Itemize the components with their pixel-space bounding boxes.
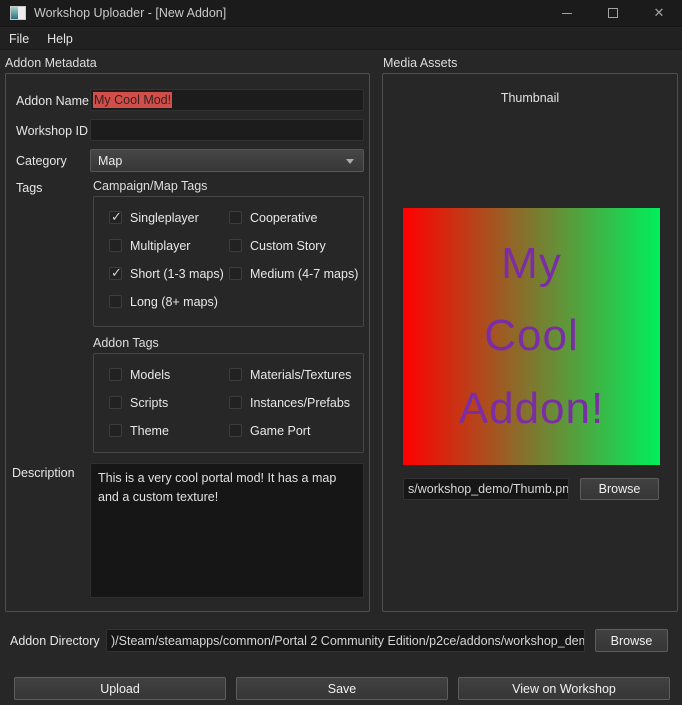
campaign-tags-group-label: Campaign/Map Tags (93, 179, 207, 193)
checkbox-icon[interactable] (229, 267, 242, 280)
checkbox-theme[interactable]: Theme (109, 423, 229, 438)
checkbox-icon[interactable] (109, 295, 122, 308)
app-icon-right (18, 7, 25, 19)
checkbox-icon[interactable] (229, 239, 242, 252)
checkbox-materials-textures[interactable]: Materials/Textures (229, 367, 363, 382)
addon-directory-input[interactable]: )/Steam/steamapps/common/Portal 2 Commun… (106, 629, 585, 652)
minimize-button[interactable] (544, 0, 590, 26)
checkbox-icon[interactable] (229, 396, 242, 409)
category-dropdown[interactable]: Map (90, 149, 364, 172)
addon-tags-groupbox: Models Materials/Textures Scripts Instan… (93, 353, 364, 453)
category-value: Map (98, 154, 122, 168)
checkbox-icon[interactable] (109, 424, 122, 437)
title-bar: Workshop Uploader - [New Addon] ✕ (0, 0, 682, 27)
menu-bar: File Help (0, 28, 682, 50)
view-on-workshop-button[interactable]: View on Workshop (458, 677, 670, 700)
description-textarea[interactable]: This is a very cool portal mod! It has a… (90, 463, 364, 598)
thumbnail-image: My Cool Addon! (403, 208, 660, 465)
checkbox-icon[interactable] (109, 267, 122, 280)
app-icon-left (11, 7, 18, 19)
workshop-id-input[interactable] (90, 119, 364, 141)
checkbox-scripts[interactable]: Scripts (109, 395, 229, 410)
campaign-tags-groupbox: Singleplayer Cooperative Multiplayer Cus… (93, 196, 364, 327)
checkbox-icon[interactable] (229, 211, 242, 224)
app-window: Workshop Uploader - [New Addon] ✕ File H… (0, 0, 682, 705)
thumbnail-text-line: Addon! (459, 373, 604, 446)
thumbnail-path-input[interactable]: s/workshop_demo/Thumb.png (403, 478, 569, 500)
addon-directory-browse-button[interactable]: Browse (595, 629, 668, 652)
workshop-id-label: Workshop ID (16, 124, 88, 138)
thumbnail-text-line: My (501, 228, 562, 301)
window-title: Workshop Uploader - [New Addon] (34, 6, 226, 20)
checkbox-singleplayer[interactable]: Singleplayer (109, 210, 229, 225)
checkbox-medium-maps[interactable]: Medium (4-7 maps) (229, 266, 363, 281)
window-controls: ✕ (544, 0, 682, 26)
checkbox-game-port[interactable]: Game Port (229, 423, 363, 438)
category-label: Category (16, 154, 67, 168)
addon-tags-group-label: Addon Tags (93, 336, 159, 350)
app-icon (10, 6, 26, 20)
checkbox-models[interactable]: Models (109, 367, 229, 382)
tags-label: Tags (16, 181, 42, 195)
maximize-icon (608, 8, 618, 18)
thumbnail-text-line: Cool (484, 300, 579, 373)
thumbnail-browse-button[interactable]: Browse (580, 478, 659, 500)
upload-button[interactable]: Upload (14, 677, 226, 700)
menu-help[interactable]: Help (38, 28, 82, 49)
minimize-icon (562, 13, 572, 14)
checkbox-icon[interactable] (109, 239, 122, 252)
menu-file[interactable]: File (0, 28, 38, 49)
addon-name-selected-text: My Cool Mod! (93, 92, 172, 108)
addon-directory-label: Addon Directory (10, 634, 100, 648)
checkbox-long-maps[interactable]: Long (8+ maps) (109, 294, 229, 309)
checkbox-instances-prefabs[interactable]: Instances/Prefabs (229, 395, 363, 410)
campaign-tags-grid: Singleplayer Cooperative Multiplayer Cus… (94, 197, 363, 309)
checkbox-icon[interactable] (109, 211, 122, 224)
checkbox-custom-story[interactable]: Custom Story (229, 238, 363, 253)
thumbnail-label: Thumbnail (383, 91, 677, 105)
checkbox-icon[interactable] (109, 368, 122, 381)
addon-name-input[interactable]: My Cool Mod! (90, 89, 364, 111)
maximize-button[interactable] (590, 0, 636, 26)
save-button[interactable]: Save (236, 677, 448, 700)
close-button[interactable]: ✕ (636, 0, 682, 26)
addon-tags-grid: Models Materials/Textures Scripts Instan… (94, 354, 363, 438)
checkbox-icon[interactable] (229, 368, 242, 381)
addon-name-label: Addon Name (16, 94, 89, 108)
addon-metadata-group-label: Addon Metadata (5, 56, 97, 70)
chevron-down-icon (346, 159, 354, 164)
media-assets-group-label: Media Assets (383, 56, 457, 70)
checkbox-cooperative[interactable]: Cooperative (229, 210, 363, 225)
checkbox-multiplayer[interactable]: Multiplayer (109, 238, 229, 253)
checkbox-short-maps[interactable]: Short (1-3 maps) (109, 266, 229, 281)
checkbox-icon[interactable] (109, 396, 122, 409)
checkbox-icon[interactable] (229, 424, 242, 437)
description-label: Description (12, 466, 75, 480)
